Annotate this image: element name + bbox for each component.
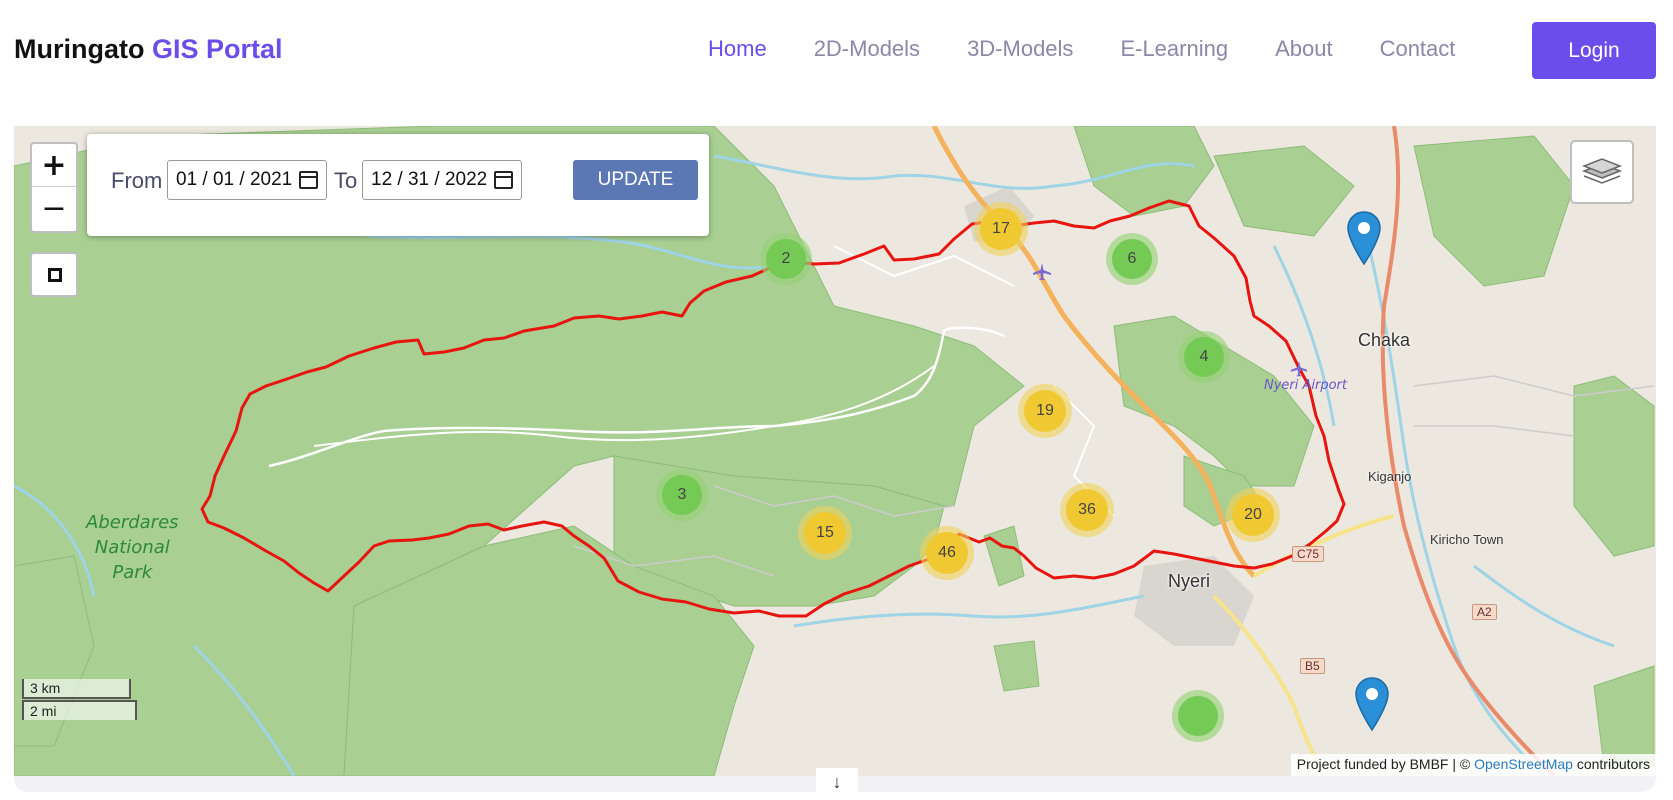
- attribution-prefix: Project funded by BMBF | ©: [1296, 756, 1471, 772]
- cluster-count: 4: [1184, 337, 1224, 377]
- town-label-nyeri: Nyeri: [1168, 571, 1211, 591]
- calendar-icon[interactable]: [494, 171, 513, 189]
- brand-accent: GIS Portal: [152, 34, 283, 64]
- cluster-count: 46: [926, 532, 968, 574]
- town-label-kiganjo: Kiganjo: [1368, 469, 1412, 484]
- cluster-count: 17: [980, 208, 1022, 250]
- cluster-count: 15: [804, 512, 846, 554]
- zoom-out-button[interactable]: −: [32, 187, 76, 230]
- cluster-marker[interactable]: 46: [920, 526, 974, 580]
- update-button[interactable]: UPDATE: [573, 160, 698, 200]
- arrow-down-icon[interactable]: ↓: [816, 768, 858, 798]
- zoom-control: + −: [30, 142, 78, 233]
- park-label-line1: Aberdares: [86, 512, 179, 533]
- road-shield-b5: B5: [1300, 658, 1325, 674]
- cluster-marker[interactable]: 19: [1018, 384, 1072, 438]
- cluster-count: 2: [766, 239, 806, 279]
- cluster-marker[interactable]: 2: [760, 233, 812, 285]
- map-pin-icon[interactable]: [1346, 210, 1382, 266]
- cluster-marker[interactable]: 20: [1226, 488, 1280, 542]
- draw-rectangle-button[interactable]: [30, 252, 78, 297]
- cluster-count: 36: [1066, 489, 1108, 531]
- town-label-chaka: Chaka: [1358, 330, 1411, 350]
- login-button[interactable]: Login: [1532, 22, 1656, 79]
- cluster-count: 20: [1232, 494, 1274, 536]
- nav-e-learning[interactable]: E-Learning: [1120, 36, 1228, 62]
- nav-links: Home 2D-Models 3D-Models E-Learning Abou…: [708, 36, 1502, 62]
- park-label: Aberdares National Park: [86, 510, 179, 585]
- scale-km: 3 km: [22, 679, 131, 699]
- cluster-count: 19: [1024, 390, 1066, 432]
- road-shield-a2: A2: [1472, 604, 1497, 620]
- road-shield-c75: C75: [1292, 546, 1325, 562]
- navbar: Muringato GIS Portal Home 2D-Models 3D-M…: [0, 0, 1673, 110]
- from-date-value: 01 / 01 / 2021: [176, 169, 293, 190]
- map-container[interactable]: Aberdares National Park Chaka Nyeri Airp…: [14, 126, 1656, 776]
- from-label: From: [111, 168, 163, 193]
- brand-primary: Muringato: [14, 34, 145, 64]
- cluster-marker[interactable]: 17: [974, 202, 1028, 256]
- cluster-marker[interactable]: 4: [1178, 331, 1230, 383]
- cluster-marker[interactable]: 6: [1106, 233, 1158, 285]
- cluster-count: 6: [1112, 239, 1152, 279]
- from-date-input[interactable]: 01 / 01 / 2021: [167, 160, 327, 200]
- layers-control-button[interactable]: [1570, 140, 1634, 204]
- nav-home[interactable]: Home: [708, 36, 767, 62]
- date-filter-panel: From 01 / 01 / 2021 To 12 / 31 / 2022 UP…: [87, 134, 709, 236]
- nav-about[interactable]: About: [1275, 36, 1333, 62]
- to-label: To: [334, 168, 358, 193]
- cluster-marker[interactable]: 15: [798, 506, 852, 560]
- park-label-line3: Park: [112, 562, 153, 583]
- town-label-kiricho: Kiricho Town: [1430, 532, 1504, 547]
- map-attribution: Project funded by BMBF | © OpenStreetMap…: [1290, 754, 1656, 776]
- cluster-marker[interactable]: 3: [656, 469, 708, 521]
- nav-2d-models[interactable]: 2D-Models: [814, 36, 920, 62]
- to-date-value: 12 / 31 / 2022: [371, 169, 488, 190]
- cluster-marker[interactable]: [1172, 690, 1224, 742]
- airport-icon: [1290, 360, 1308, 377]
- airport-icon: [1033, 263, 1051, 280]
- airport-label: Nyeri Airport: [1264, 378, 1348, 393]
- layers-icon: [1581, 158, 1623, 184]
- square-draw-icon: [48, 268, 62, 282]
- cluster-count: 3: [662, 475, 702, 515]
- map-pin-icon[interactable]: [1354, 676, 1390, 732]
- osm-link[interactable]: OpenStreetMap: [1474, 756, 1573, 772]
- brand-logo[interactable]: Muringato GIS Portal: [14, 34, 283, 65]
- park-label-line2: National: [94, 537, 170, 558]
- calendar-icon[interactable]: [299, 171, 318, 189]
- nav-contact[interactable]: Contact: [1380, 36, 1456, 62]
- nav-3d-models[interactable]: 3D-Models: [967, 36, 1073, 62]
- scale-mi: 2 mi: [22, 700, 137, 720]
- cluster-marker[interactable]: 36: [1060, 483, 1114, 537]
- to-date-input[interactable]: 12 / 31 / 2022: [362, 160, 522, 200]
- zoom-in-button[interactable]: +: [32, 144, 76, 187]
- attribution-suffix: contributors: [1576, 756, 1650, 772]
